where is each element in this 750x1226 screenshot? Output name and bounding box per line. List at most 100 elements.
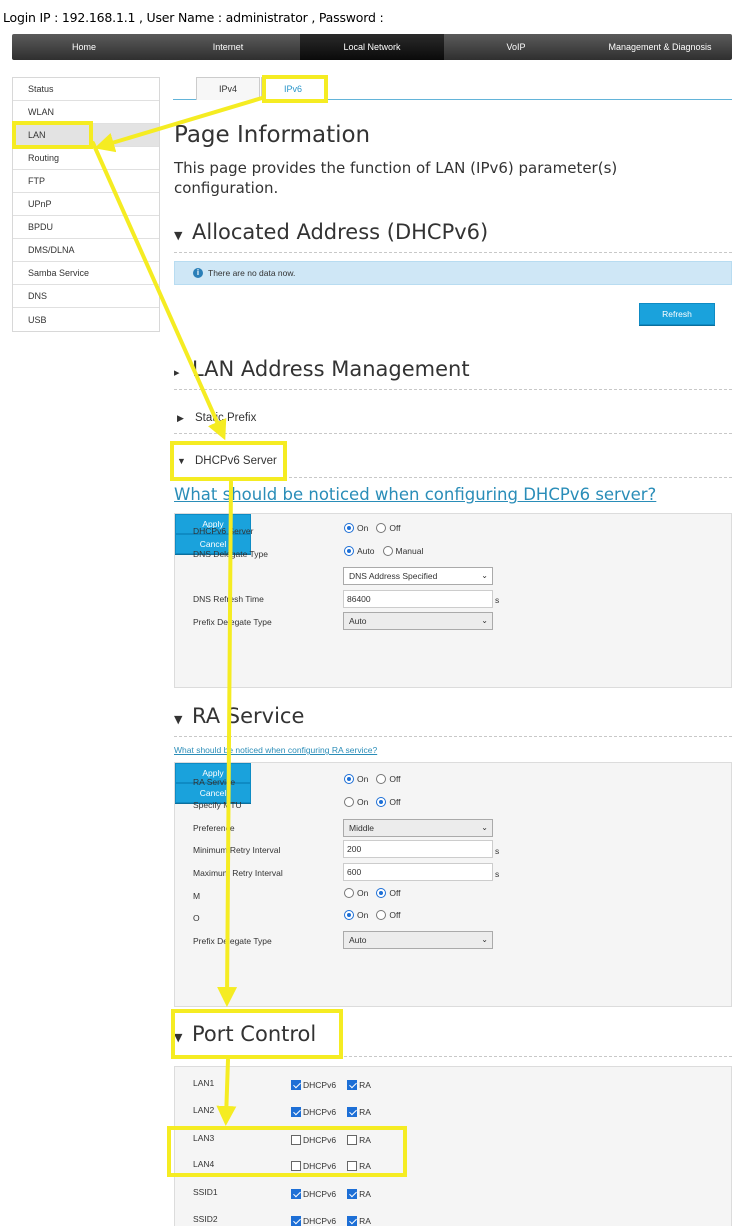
- option-text: On: [357, 523, 369, 533]
- section-divider: [174, 736, 732, 737]
- dns-delegate-type-label: DNS Delegate Type: [193, 549, 268, 559]
- ra-service-title[interactable]: ▼ RA Service: [174, 704, 304, 728]
- ra-checkbox-lan1[interactable]: [347, 1080, 358, 1090]
- m-flag-label: M: [193, 891, 201, 901]
- prefix-delegate-type-select[interactable]: Auto ⌄: [343, 612, 493, 630]
- port-options-lan3: DHCPv6 RA: [291, 1135, 382, 1145]
- sidebar-item-dms-dlna[interactable]: DMS/DLNA: [13, 239, 159, 262]
- ra-checkbox-lan3[interactable]: [347, 1135, 358, 1145]
- maximum-retry-interval-label: Maximum Retry Interval: [193, 868, 283, 878]
- dhcpv6-server-toggle[interactable]: ▼ DHCPv6 Server: [177, 455, 277, 467]
- login-info-text: Login IP : 192.168.1.1 , User Name : adm…: [3, 10, 384, 25]
- sidebar-item-dns[interactable]: DNS: [13, 285, 159, 308]
- dhcpv6-option-text: DHCPv6: [303, 1107, 337, 1117]
- no-data-notice: i There are no data now.: [174, 261, 732, 285]
- port-control-title[interactable]: ▼ Port Control: [174, 1022, 316, 1046]
- option-text: On: [357, 774, 369, 784]
- dhcpv6-server-field-label: DHCPv6 Server: [193, 526, 254, 536]
- dhcpv6-server-on-radio[interactable]: [344, 523, 354, 533]
- static-prefix-toggle[interactable]: ▶ Static Prefix: [177, 412, 256, 424]
- sidebar-item-ftp[interactable]: FTP: [13, 170, 159, 193]
- minimum-retry-interval-input[interactable]: 200: [343, 840, 493, 858]
- preference-label: Preference: [193, 823, 235, 833]
- sidebar-item-wlan[interactable]: WLAN: [13, 101, 159, 124]
- specify-mtu-on-radio[interactable]: [344, 797, 354, 807]
- dns-address-select[interactable]: DNS Address Specified ⌄: [343, 567, 493, 585]
- select-value: Auto: [349, 935, 367, 945]
- dhcpv6-server-label: DHCPv6 Server: [195, 455, 277, 467]
- ra-checkbox-ssid1[interactable]: [347, 1189, 358, 1199]
- option-text: Off: [389, 523, 401, 533]
- option-text: Off: [389, 797, 401, 807]
- nav-home[interactable]: Home: [12, 34, 156, 60]
- ra-checkbox-lan4[interactable]: [347, 1161, 358, 1171]
- nav-local-network[interactable]: Local Network: [300, 34, 444, 60]
- ra-service-panel: RA Service On Off Specify MTU On Off Pre…: [174, 762, 732, 1007]
- allocated-address-title[interactable]: ▼ Allocated Address (DHCPv6): [174, 220, 488, 244]
- ra-service-on-radio[interactable]: [344, 774, 354, 784]
- dhcpv6-server-off-radio[interactable]: [376, 523, 387, 533]
- tab-ipv4[interactable]: IPv4: [196, 77, 260, 100]
- ra-checkbox-lan2[interactable]: [347, 1107, 358, 1117]
- section-divider: [174, 477, 732, 478]
- m-flag-off-radio[interactable]: [376, 888, 387, 898]
- dns-delegate-manual-radio[interactable]: [382, 546, 393, 556]
- lan-address-management-label: LAN Address Management: [192, 357, 470, 381]
- dhcpv6-server-radio-group: On Off: [344, 523, 409, 533]
- sidebar-item-samba-service[interactable]: Samba Service: [13, 262, 159, 285]
- sidebar-item-lan[interactable]: LAN: [13, 124, 159, 147]
- select-value: DNS Address Specified: [349, 571, 438, 581]
- lan-address-management-title[interactable]: ▸ LAN Address Management: [174, 357, 470, 381]
- option-text: Manual: [395, 546, 424, 556]
- static-prefix-label: Static Prefix: [195, 412, 257, 424]
- m-flag-on-radio[interactable]: [344, 888, 354, 898]
- dns-refresh-time-label: DNS Refresh Time: [193, 594, 264, 604]
- ra-checkbox-ssid2[interactable]: [347, 1216, 358, 1226]
- ra-service-off-radio[interactable]: [376, 774, 387, 784]
- sidebar-item-bpdu[interactable]: BPDU: [13, 216, 159, 239]
- dhcpv6-checkbox-ssid1[interactable]: [291, 1189, 301, 1199]
- sidebar-item-routing[interactable]: Routing: [13, 147, 159, 170]
- refresh-button[interactable]: Refresh: [639, 303, 715, 325]
- sidebar-item-upnp[interactable]: UPnP: [13, 193, 159, 216]
- sidebar-item-usb[interactable]: USB: [13, 308, 159, 331]
- dhcpv6-checkbox-ssid2[interactable]: [291, 1216, 301, 1226]
- expanded-triangle-icon: ▼: [174, 229, 183, 242]
- chevron-down-icon: ⌄: [481, 823, 488, 832]
- port-options-ssid1: DHCPv6 RA: [291, 1189, 382, 1199]
- dhcpv6-help-link[interactable]: What should be noticed when configuring …: [174, 485, 656, 504]
- dns-refresh-time-input[interactable]: 86400: [343, 590, 493, 608]
- port-name-ssid1: SSID1: [193, 1187, 218, 1197]
- ra-prefix-delegate-type-select[interactable]: Auto ⌄: [343, 931, 493, 949]
- ra-service-label: RA Service: [192, 704, 305, 728]
- option-text: Off: [389, 774, 401, 784]
- nav-management-diagnosis[interactable]: Management & Diagnosis: [588, 34, 732, 60]
- seconds-unit: s: [495, 869, 500, 879]
- dhcpv6-checkbox-lan3[interactable]: [291, 1135, 301, 1145]
- nav-voip[interactable]: VoIP: [444, 34, 588, 60]
- sidebar-item-status[interactable]: Status: [13, 78, 159, 101]
- tab-ipv6[interactable]: IPv6: [261, 77, 325, 100]
- port-options-lan4: DHCPv6 RA: [291, 1161, 382, 1171]
- dhcpv6-checkbox-lan2[interactable]: [291, 1107, 301, 1117]
- port-name-lan4: LAN4: [193, 1159, 215, 1169]
- preference-select[interactable]: Middle ⌄: [343, 819, 493, 837]
- option-text: Auto: [357, 546, 375, 556]
- specify-mtu-off-radio[interactable]: [376, 797, 387, 807]
- select-value: Auto: [349, 616, 367, 626]
- ra-service-help-link[interactable]: What should be noticed when configuring …: [174, 745, 377, 755]
- tab-bar: IPv4 IPv6: [173, 75, 732, 100]
- dhcpv6-checkbox-lan4[interactable]: [291, 1161, 301, 1171]
- port-options-lan1: DHCPv6 RA: [291, 1080, 382, 1090]
- maximum-retry-interval-input[interactable]: 600: [343, 863, 493, 881]
- o-flag-on-radio[interactable]: [344, 910, 354, 920]
- dhcpv6-checkbox-lan1[interactable]: [291, 1080, 301, 1090]
- allocated-address-label: Allocated Address (DHCPv6): [192, 220, 489, 244]
- o-flag-off-radio[interactable]: [376, 910, 387, 920]
- dns-delegate-auto-radio[interactable]: [344, 546, 354, 556]
- collapsed-triangle-icon: ▶: [177, 413, 184, 423]
- port-name-lan1: LAN1: [193, 1078, 215, 1088]
- port-name-lan3: LAN3: [193, 1133, 215, 1143]
- select-value: Middle: [349, 823, 375, 833]
- nav-internet[interactable]: Internet: [156, 34, 300, 60]
